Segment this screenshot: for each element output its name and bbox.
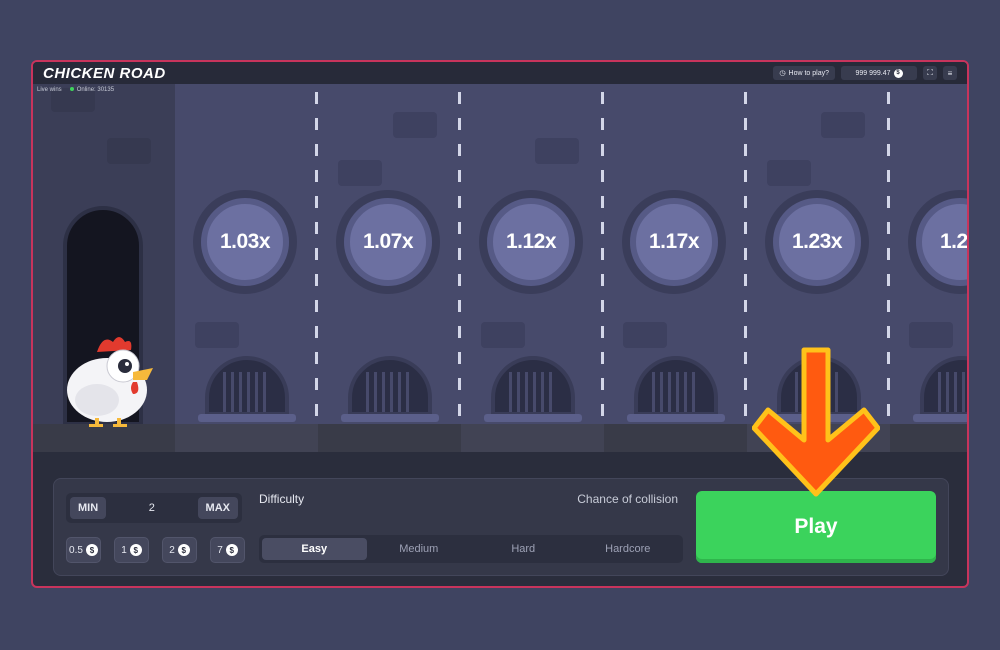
- lane-divider: [601, 92, 604, 422]
- dollar-coin-icon: $: [225, 544, 238, 556]
- multiplier-value: 1.23x: [773, 198, 861, 286]
- game-logo: CHICKEN ROAD: [43, 64, 166, 82]
- live-status-bar: Live wins Online: 30135: [37, 84, 114, 96]
- menu-icon[interactable]: ≡: [943, 66, 957, 80]
- game-frame: CHICKEN ROAD ◷ How to play? 999 999.47 $…: [31, 60, 969, 588]
- grate-base: [627, 414, 725, 422]
- dollar-coin-icon: $: [893, 68, 903, 78]
- sewer-grate: [920, 356, 967, 416]
- lane-divider: [315, 92, 318, 422]
- multiplier-value: 1.07x: [344, 198, 432, 286]
- quick-bet-chip[interactable]: 2 $: [162, 537, 197, 563]
- sewer-grate: [634, 356, 718, 416]
- live-wins-label[interactable]: Live wins: [37, 87, 62, 93]
- lane-multiplier-6[interactable]: 1.29x: [908, 190, 967, 294]
- grate-base: [484, 414, 582, 422]
- multiplier-value: 1.03x: [201, 198, 289, 286]
- wall-brick: [481, 322, 525, 348]
- sewer-grate: [205, 356, 289, 416]
- dollar-coin-icon: $: [85, 544, 98, 556]
- wall-brick: [821, 112, 865, 138]
- difficulty-title: Difficulty: [259, 492, 305, 506]
- multiplier-value: 1.29x: [916, 198, 967, 286]
- floor-segment: [175, 424, 318, 452]
- bet-amount-control: MIN 2 MAX: [66, 493, 242, 523]
- sewer-grate: [348, 356, 432, 416]
- wall-brick: [338, 160, 382, 186]
- lane-multiplier-4[interactable]: 1.17x: [622, 190, 726, 294]
- bet-amount-input[interactable]: 2: [149, 502, 155, 514]
- dollar-coin-icon: $: [129, 544, 142, 556]
- grate-base: [198, 414, 296, 422]
- down-arrow-icon: [752, 347, 880, 497]
- how-to-play-button[interactable]: ◷ How to play?: [773, 66, 835, 80]
- collision-chance-label: Chance of collision: [577, 492, 678, 506]
- wall-brick: [909, 322, 953, 348]
- max-bet-button[interactable]: MAX: [197, 497, 238, 519]
- grate-base: [913, 414, 967, 422]
- online-dot-icon: [69, 87, 74, 91]
- lane-multiplier-5[interactable]: 1.23x: [765, 190, 869, 294]
- wall-brick: [535, 138, 579, 164]
- top-bar: CHICKEN ROAD ◷ How to play? 999 999.47 $…: [33, 62, 967, 84]
- balance-display: 999 999.47 $: [841, 66, 917, 80]
- lane-divider: [744, 92, 747, 422]
- balance-value: 999 999.47: [855, 69, 891, 77]
- difficulty-option-hard[interactable]: Hard: [471, 538, 576, 560]
- wall-brick: [195, 322, 239, 348]
- wall-brick: [107, 138, 151, 164]
- difficulty-option-medium[interactable]: Medium: [367, 538, 472, 560]
- chicken-character: [67, 337, 153, 427]
- sewer-grate: [491, 356, 575, 416]
- quick-bet-chip[interactable]: 7 $: [210, 537, 245, 563]
- min-bet-button[interactable]: MIN: [70, 497, 107, 519]
- quick-bet-chip[interactable]: 1 $: [114, 537, 149, 563]
- lane-multiplier-2[interactable]: 1.07x: [336, 190, 440, 294]
- online-count: Online: 30135: [69, 87, 114, 93]
- grate-base: [341, 414, 439, 422]
- multiplier-value: 1.17x: [630, 198, 718, 286]
- difficulty-option-easy[interactable]: Easy: [262, 538, 367, 560]
- lane-divider: [887, 92, 890, 422]
- lane-multiplier-3[interactable]: 1.12x: [479, 190, 583, 294]
- dollar-coin-icon: $: [177, 544, 190, 556]
- wall-brick: [623, 322, 667, 348]
- quick-bet-chip[interactable]: 0.5 $: [66, 537, 101, 563]
- lane-multiplier-1[interactable]: 1.03x: [193, 190, 297, 294]
- floor-segment: [461, 424, 604, 452]
- difficulty-option-hardcore[interactable]: Hardcore: [576, 538, 681, 560]
- multiplier-value: 1.12x: [487, 198, 575, 286]
- difficulty-selector: Easy Medium Hard Hardcore: [259, 535, 683, 563]
- how-to-play-label: How to play?: [788, 69, 829, 77]
- lane-divider: [458, 92, 461, 422]
- quick-bet-chips: 0.5 $ 1 $ 2 $ 7 $: [66, 537, 245, 563]
- clock-icon: ◷: [779, 70, 786, 77]
- fullscreen-icon[interactable]: ⛶: [923, 66, 937, 80]
- wall-brick: [393, 112, 437, 138]
- wall-brick: [767, 160, 811, 186]
